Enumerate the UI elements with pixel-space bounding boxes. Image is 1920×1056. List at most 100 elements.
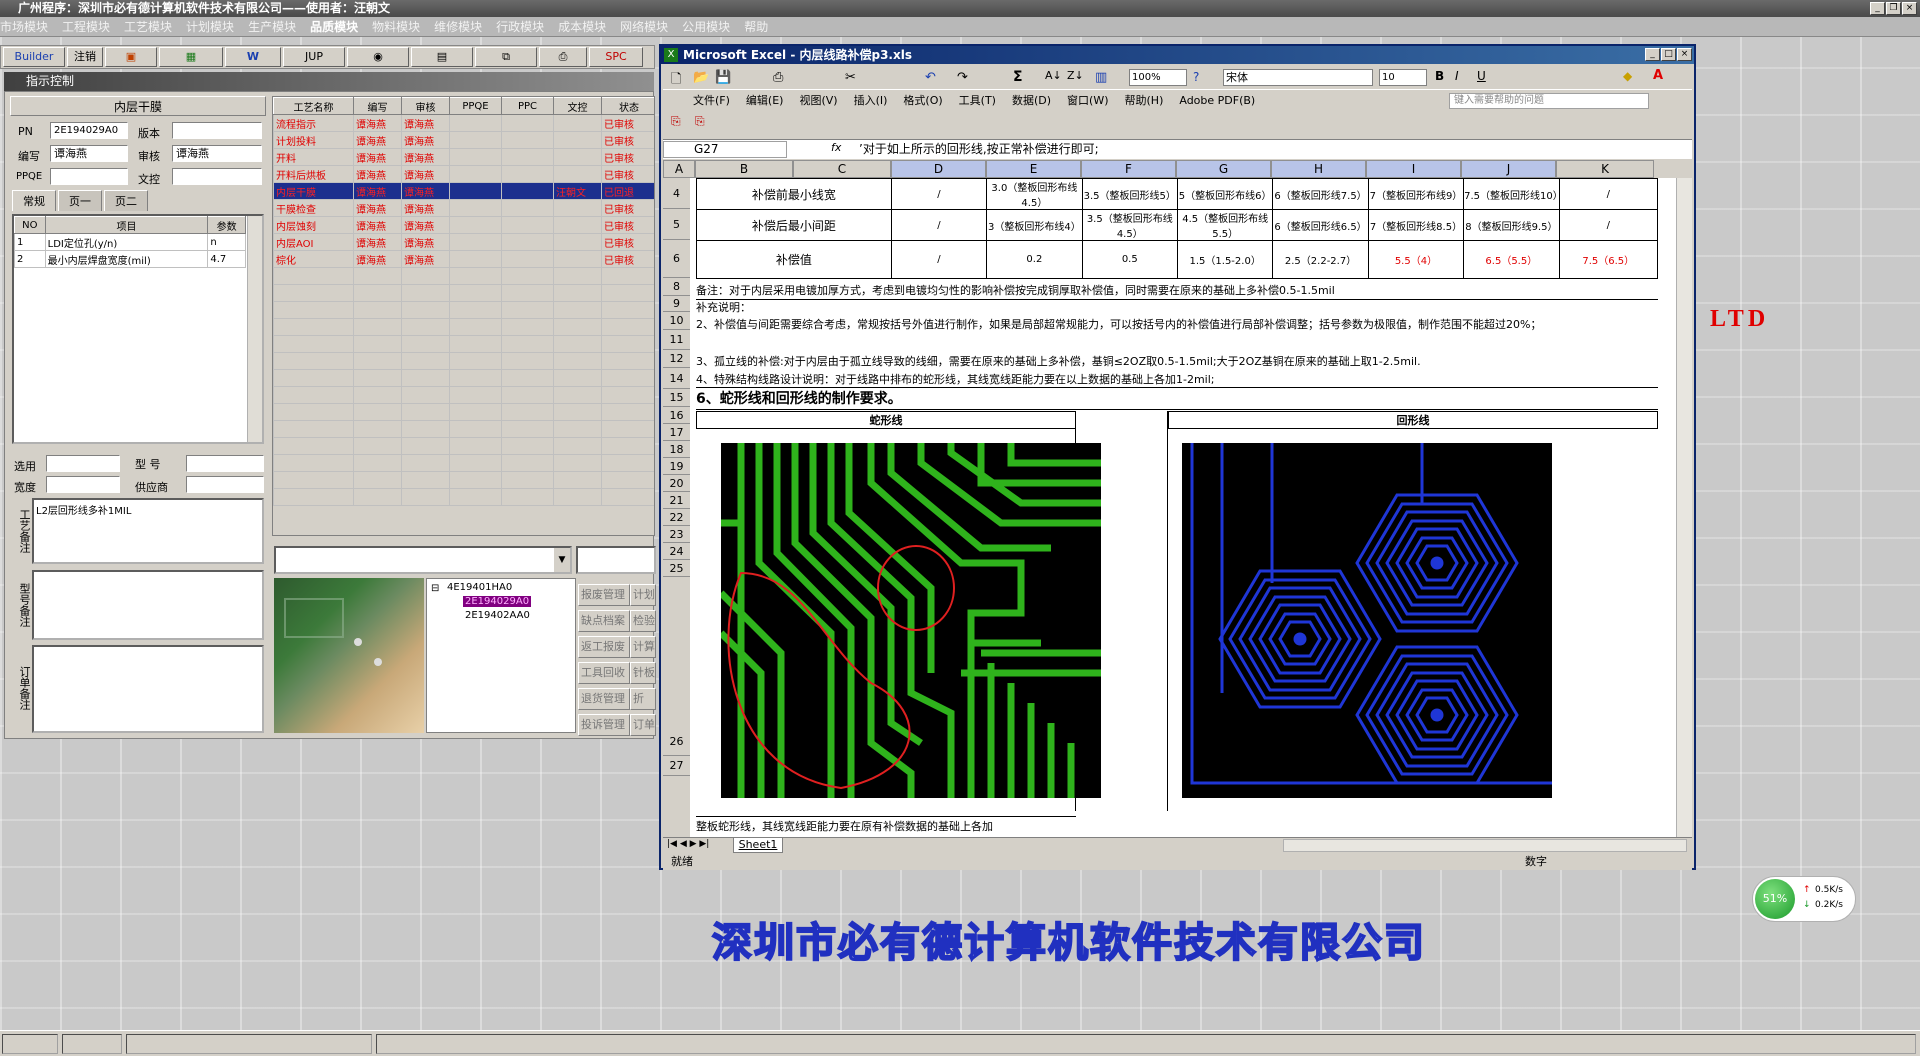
undo-icon[interactable]: ↶ <box>925 70 936 85</box>
cell-row6-label[interactable]: 补偿值 <box>696 240 892 279</box>
logout-button[interactable]: 注销 <box>67 47 103 67</box>
column-header[interactable]: F <box>1081 160 1176 178</box>
cell-row4-g[interactable]: 5（整板回形布线6） <box>1176 178 1274 210</box>
row-header[interactable]: 19 <box>663 458 690 475</box>
italic-icon[interactable]: I <box>1455 69 1459 83</box>
help-search-input[interactable]: 键入需要帮助的问题 <box>1449 93 1649 109</box>
column-header[interactable]: E <box>986 160 1081 178</box>
book-icon[interactable]: ▤ <box>411 47 473 67</box>
select-field[interactable] <box>46 455 120 472</box>
row-header[interactable]: 24 <box>663 543 690 560</box>
excel-menu-item[interactable]: 文件(F) <box>693 94 730 107</box>
row-header[interactable]: 14 <box>663 368 690 389</box>
excel-menu-item[interactable]: 视图(V) <box>799 94 837 107</box>
row-header[interactable]: 20 <box>663 475 690 492</box>
cell-row4-f[interactable]: 3.5（整板回形线5） <box>1081 178 1178 210</box>
tree-item[interactable]: 4E19401HA0 <box>447 582 512 593</box>
column-header[interactable]: B <box>695 160 793 178</box>
process-header[interactable]: PPQE <box>449 97 502 115</box>
cell-row6-g[interactable]: 1.5（1.5-2.0） <box>1176 240 1274 279</box>
process-header[interactable]: 工艺名称 <box>273 97 354 115</box>
table-row[interactable]: 开料 谭海燕 谭海燕 已审核 <box>273 148 654 166</box>
tree-item[interactable]: 2E19402AA0 <box>465 610 530 621</box>
row-header[interactable]: 26 <box>663 577 690 756</box>
side-button[interactable]: 检验 <box>630 610 656 632</box>
menu-item[interactable]: 公用模块 <box>682 20 730 34</box>
process-header[interactable]: 编写 <box>353 97 402 115</box>
spc-button[interactable]: SPC <box>589 47 643 67</box>
underline-icon[interactable]: U <box>1477 69 1486 83</box>
side-button[interactable]: 计划 <box>630 584 656 606</box>
cell-row4-k[interactable]: / <box>1558 178 1659 210</box>
menu-item[interactable]: 帮助 <box>744 20 768 34</box>
row-header[interactable]: 10 <box>663 312 690 330</box>
tab-2[interactable]: 页二 <box>104 190 148 211</box>
menu-item[interactable]: 计划模块 <box>186 20 234 34</box>
row11-note[interactable]: 3、孤立线的补偿:对于内层由于孤立线导致的线细，需要在原来的基础上多补偿，基铜≤… <box>696 354 1658 370</box>
autosum-icon[interactable]: Σ <box>1013 69 1023 85</box>
table-row[interactable]: 1 LDI定位孔(y/n) n <box>14 233 246 251</box>
help-icon[interactable]: ? <box>1193 70 1199 84</box>
cell-row4-h[interactable]: 6（整板回形线7.5） <box>1272 178 1369 210</box>
side-button[interactable]: 工具回收 <box>578 662 630 684</box>
excel-menu-item[interactable]: 格式(O) <box>903 94 942 107</box>
word-icon[interactable]: W <box>225 47 281 67</box>
cell-row4-i[interactable]: 7（整板回形布线9） <box>1367 178 1465 210</box>
column-header[interactable]: G <box>1176 160 1271 178</box>
row10-note[interactable]: 2、补偿值与间距需要综合考虑，常规按括号外值进行制作，如果是局部超常规能力，可以… <box>696 316 1651 352</box>
pdf-icon[interactable]: ⎘ <box>671 114 681 129</box>
excel-menu-item[interactable]: 编辑(E) <box>746 94 784 107</box>
param-scrollbar[interactable] <box>247 216 262 442</box>
table-row[interactable]: 2 最小内层焊盘宽度(mil) 4.7 <box>14 250 246 268</box>
column-header[interactable]: J <box>1461 160 1556 178</box>
process-header[interactable]: 状态 <box>601 97 654 115</box>
menu-item[interactable]: 网络模块 <box>620 20 668 34</box>
side-button[interactable]: 缺点档案 <box>578 610 630 632</box>
side-button[interactable]: 返工报废 <box>578 636 630 658</box>
process-header[interactable]: 审核 <box>401 97 450 115</box>
row12-note[interactable]: 4、特殊结构线路设计说明：对于线路中排布的蛇形线，其线宽线距能力要在以上数据的基… <box>696 372 1658 388</box>
cell-row6-h[interactable]: 2.5（2.2-2.7） <box>1272 240 1369 279</box>
fill-color-icon[interactable]: ◆ <box>1623 69 1632 83</box>
print-icon[interactable]: ⎙ <box>773 70 783 85</box>
powerpoint-icon[interactable]: ▣ <box>105 47 157 67</box>
cell-row5-e[interactable]: 3（整板回形布线4） <box>986 209 1083 241</box>
process-combo[interactable]: ▼ <box>274 546 572 574</box>
excel-menu-item[interactable]: 帮助(H) <box>1125 94 1164 107</box>
search-box[interactable] <box>576 546 656 574</box>
excel-menu-item[interactable]: Adobe PDF(B) <box>1179 94 1255 107</box>
side-button[interactable]: 计算 <box>630 636 656 658</box>
cut-icon[interactable]: ✂ <box>845 70 856 85</box>
menu-item[interactable]: 物料模块 <box>372 20 420 34</box>
cell-row6-i[interactable]: 5.5（4） <box>1367 240 1465 279</box>
pn-field[interactable]: 2E194029A0 <box>50 122 128 139</box>
table-row[interactable]: 内层AOI 谭海燕 谭海燕 已审核 <box>273 233 654 251</box>
row-header[interactable]: 27 <box>663 756 690 776</box>
side-button[interactable]: 订单 <box>630 714 656 736</box>
table-row[interactable]: 干膜检查 谭海燕 谭海燕 已审核 <box>273 199 654 217</box>
row-header[interactable]: 8 <box>663 278 690 296</box>
excel-menu-item[interactable]: 窗口(W) <box>1067 94 1108 107</box>
ppqe-field[interactable] <box>50 168 128 185</box>
row9-note[interactable]: 补充说明： <box>696 300 1658 316</box>
menu-item[interactable]: 成本模块 <box>558 20 606 34</box>
builder-button[interactable]: Builder <box>3 47 65 67</box>
tree-expander-icon[interactable]: ⊟ <box>431 583 439 594</box>
menu-item[interactable]: 维修模块 <box>434 20 482 34</box>
eye-icon[interactable]: ◉ <box>347 47 409 67</box>
row27-note[interactable]: 整板蛇形线，其线宽线距能力要在原有补偿数据的基础上各加 <box>696 816 1076 836</box>
column-header[interactable]: A <box>663 160 695 178</box>
row-header[interactable]: 17 <box>663 424 690 441</box>
cell-row5-d[interactable]: / <box>890 209 988 241</box>
row-header[interactable]: 5 <box>663 209 690 240</box>
tab-scroll-icons[interactable]: |◀ ◀ ▶ ▶| <box>667 839 709 849</box>
row-header[interactable]: 22 <box>663 509 690 526</box>
font-select[interactable]: 宋体 <box>1223 69 1373 86</box>
row-header[interactable]: 12 <box>663 350 690 368</box>
param-header[interactable]: NO <box>14 216 46 234</box>
sheet-tab[interactable]: Sheet1 <box>733 838 783 853</box>
cell-row4-label[interactable]: 补偿前最小线宽 <box>696 178 892 210</box>
menu-item[interactable]: 品质模块 <box>310 20 358 34</box>
side-button[interactable]: 报废管理 <box>578 584 630 606</box>
cell-row4-j[interactable]: 7.5（整板回形线10） <box>1463 178 1560 210</box>
